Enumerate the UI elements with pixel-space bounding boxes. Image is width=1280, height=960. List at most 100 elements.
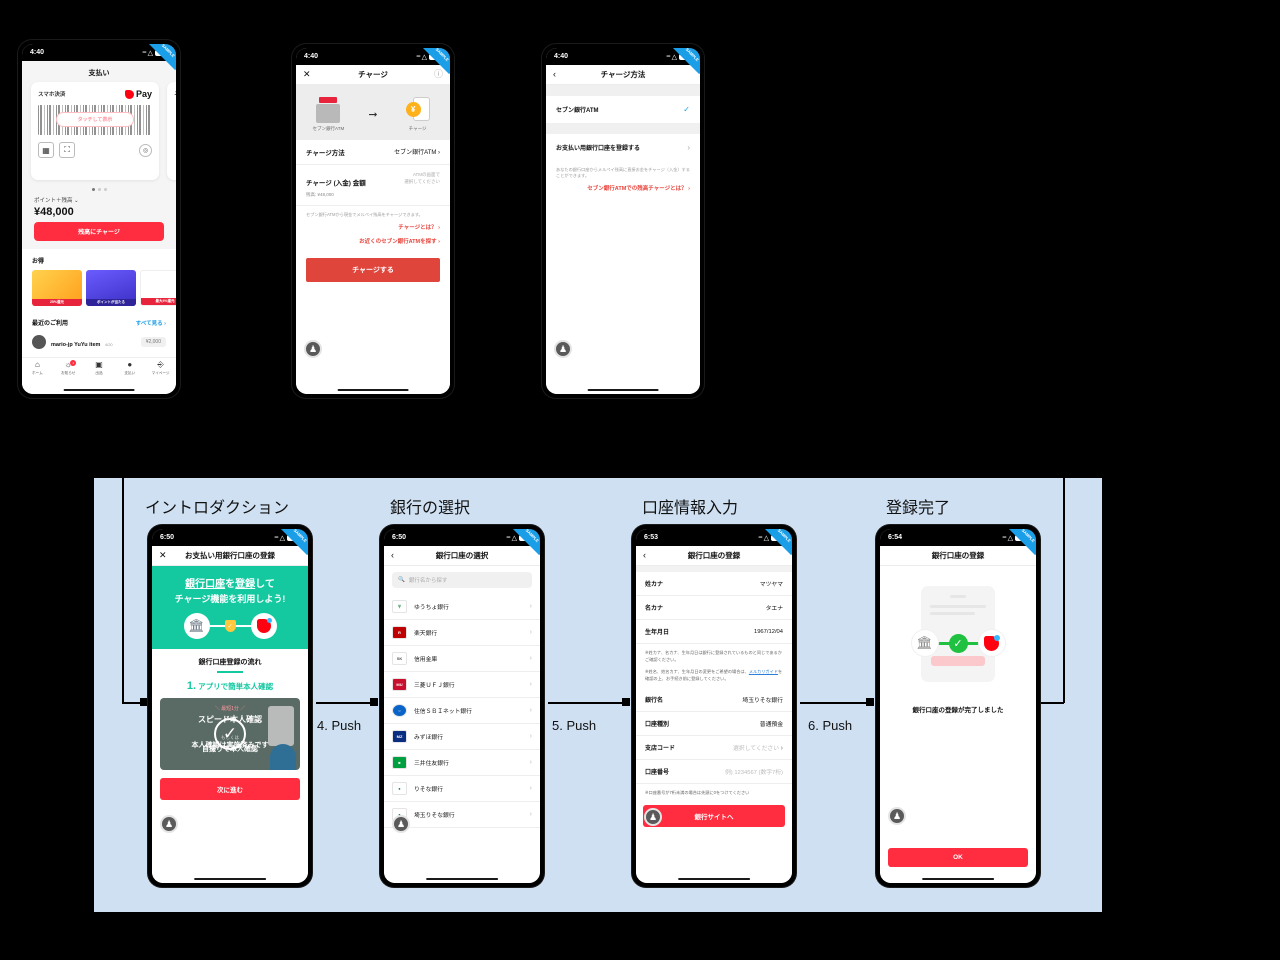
carousel-dot[interactable] [103, 188, 107, 191]
carousel-dot-active[interactable] [91, 188, 95, 191]
connector-line-right-vertical [1063, 478, 1065, 703]
carousel-dot[interactable] [97, 188, 101, 191]
success-message: 銀行口座の登録が完了しました [912, 707, 1004, 714]
battery-icon [429, 53, 444, 60]
person-icon: ⎆ [157, 360, 164, 369]
method-option-seven-bank[interactable]: セブン銀行ATM ✓ [546, 96, 700, 123]
shinkin-logo-icon: SK [392, 652, 407, 665]
next-button[interactable]: 次に進む [160, 777, 300, 800]
phone-screen-area: 6:53 ••• △ SAMPLE ‹ 銀行口座の登録 姓カナ マツヤマ 名カナ… [636, 529, 792, 883]
field-label: 生年月日 [645, 630, 670, 636]
field-last-name-kana[interactable]: 姓カナ マツヤマ [636, 572, 792, 596]
charge-method-row[interactable]: チャージ方法 セブン銀行ATM › [296, 140, 450, 165]
what-is-atm-charge-link[interactable]: セブン銀行ATMでの残高チャージとは？ › [546, 181, 700, 195]
tab-mypage[interactable]: ⎆ マイページ [145, 360, 176, 376]
charge-balance-sub: 残高: ¥48,000 [306, 192, 334, 197]
field-account-type[interactable]: 口座種別 普通預金 [636, 712, 792, 736]
ok-button[interactable]: OK [888, 848, 1028, 867]
promo-card[interactable]: 25%還元 [32, 270, 82, 306]
what-is-charge-link[interactable]: チャージとは？ › [296, 220, 450, 234]
payment-card-next[interactable]: メ [167, 82, 176, 180]
find-atm-link[interactable]: お近くのセブン銀行ATMを探す › [296, 234, 450, 248]
charge-amount-row[interactable]: チャージ (入金) 金額 残高: ¥48,000 ATMの画面で 選択してください [296, 165, 450, 206]
mercari-guide-link[interactable]: メルカリガイド [749, 669, 778, 674]
item-date: 4/20 [104, 342, 113, 347]
field-birthdate[interactable]: 生年月日 1967/12/04 [636, 620, 792, 644]
field-bank-name[interactable]: 銀行名 埼玉りそな銀行 [636, 688, 792, 712]
hero-icon-group: 🏛 ✓ [160, 613, 300, 639]
field-label: 姓カナ [645, 582, 664, 588]
charge-submit-button[interactable]: チャージする [306, 258, 440, 282]
field-branch-code[interactable]: 支店コード 選択してください › [636, 736, 792, 760]
field-account-number[interactable]: 口座番号 例) 1234567 (数字7桁) [636, 760, 792, 784]
arrow-head-6 [866, 698, 874, 706]
list-item[interactable]: ○ 住信ＳＢＩネット銀行 › [384, 698, 540, 724]
field-first-name-kana[interactable]: 名カナ タエナ [636, 596, 792, 620]
carousel-dots [22, 188, 176, 191]
list-item[interactable]: ■ 三井住友銀行 › [384, 750, 540, 776]
intro-screen-body: ✕ お支払い用銀行口座の登録 銀行口座を登録して チャージ機能を利用しよう! 🏛… [152, 546, 308, 883]
page-title: チャージ方法 [600, 70, 646, 79]
merpay-logo: Pay [124, 89, 152, 99]
accessibility-floating-icon[interactable]: ♟ [888, 807, 906, 825]
accessibility-floating-icon[interactable]: ♟ [160, 815, 178, 833]
bank-building-icon: 🏛 [911, 630, 938, 656]
tab-notifications[interactable]: ☼ 1 お知らせ [53, 360, 84, 376]
list-item[interactable]: MZ みずほ銀行 › [384, 724, 540, 750]
card-label-partial: メ [174, 89, 176, 97]
accessibility-floating-icon[interactable]: ♟ [554, 340, 572, 358]
phone-screen-area: 4:40 ••• △ SAMPLE ✕ チャージ ⓘ セブン銀行ATM ➞ ¥ … [296, 48, 450, 394]
nav-bar: ‹ チャージ方法 [546, 65, 700, 85]
notch [670, 529, 758, 546]
show-barcode-button[interactable]: タッチして表示 [56, 112, 134, 127]
close-icon[interactable]: ✕ [303, 70, 311, 79]
see-all-label: すべて見る [135, 320, 163, 327]
field-label: 名カナ [645, 606, 664, 612]
tab-payment[interactable]: ● 支払い [114, 360, 145, 376]
charge-amount-label: チャージ (入金) 金額 [306, 180, 366, 187]
list-item[interactable]: R 楽天銀行 › [384, 620, 540, 646]
promo-card[interactable]: ポイントが当たる [86, 270, 136, 306]
accessibility-floating-icon[interactable]: ♟ [644, 808, 662, 826]
shield-check-icon: ✓ [224, 620, 236, 632]
list-item[interactable]: 〒 ゆうちょ銀行 › [384, 594, 540, 620]
bank-site-button[interactable]: 銀行サイトへ [643, 804, 785, 827]
promo-card[interactable]: 最大4%還元 [140, 270, 176, 306]
arrow-line-6 [800, 702, 870, 704]
list-item[interactable]: ● りそな銀行 › [384, 776, 540, 802]
bell-icon: ☼ [64, 360, 72, 369]
scan-frame-icon[interactable]: ⛶ [59, 142, 75, 158]
tab-home[interactable]: ⌂ ホーム [22, 360, 53, 376]
close-icon[interactable]: ✕ [159, 551, 167, 560]
search-input[interactable]: 🔍 銀行名から探す [392, 572, 532, 588]
status-indicators: ••• △ [666, 53, 694, 61]
back-chevron-icon[interactable]: ‹ [553, 70, 556, 79]
list-item[interactable]: mario-jp YuYu item 4/20 ¥2,000 [22, 331, 176, 357]
accessibility-floating-icon[interactable]: ♟ [392, 815, 410, 833]
list-item[interactable]: MU 三菱ＵＦＪ銀行 › [384, 672, 540, 698]
tab-sell[interactable]: ▣ 出品 [84, 360, 115, 376]
merpay-logo-icon [978, 630, 1005, 656]
accessibility-floating-icon[interactable]: ♟ [304, 340, 322, 358]
back-chevron-icon[interactable]: ‹ [391, 551, 394, 560]
charge-balance-button[interactable]: 残高にチャージ [34, 222, 164, 241]
form-note-1: ※姓カナ、名カナ、生年月日は銀行に登録されているものと同じであるかご確認ください… [645, 650, 782, 662]
payment-card[interactable]: スマホ決済 Pay タッチして表示 ▦ ⛶ ◎ [31, 82, 159, 180]
tab-label: 出品 [95, 370, 103, 375]
charge-hero-illustration: セブン銀行ATM ➞ ¥ チャージ [296, 85, 450, 140]
qr-code-icon[interactable]: ▦ [38, 142, 54, 158]
location-pin-icon[interactable]: ◎ [139, 143, 152, 157]
check-icon: ✓ [683, 105, 690, 114]
method-option-register-bank[interactable]: お支払い用銀行口座を登録する › [546, 134, 700, 161]
see-all-link[interactable]: すべて見る › [136, 319, 166, 327]
wifi-icon: △ [147, 49, 153, 57]
battery-icon [287, 534, 302, 541]
help-icon[interactable]: ⓘ [434, 70, 443, 79]
list-item[interactable]: SK 信用金庫 › [384, 646, 540, 672]
back-chevron-icon[interactable]: ‹ [643, 551, 646, 560]
step-text: アプリで簡単本人確認 [198, 681, 274, 691]
balance-section: ポイント＋残高 ⌄ ¥48,000 残高にチャージ [22, 194, 176, 249]
promo-tag: 最大4%還元 [141, 298, 176, 305]
charge-method-value: セブン銀行ATM › [394, 150, 440, 156]
step-label-intro: イントロダクション [145, 498, 290, 517]
